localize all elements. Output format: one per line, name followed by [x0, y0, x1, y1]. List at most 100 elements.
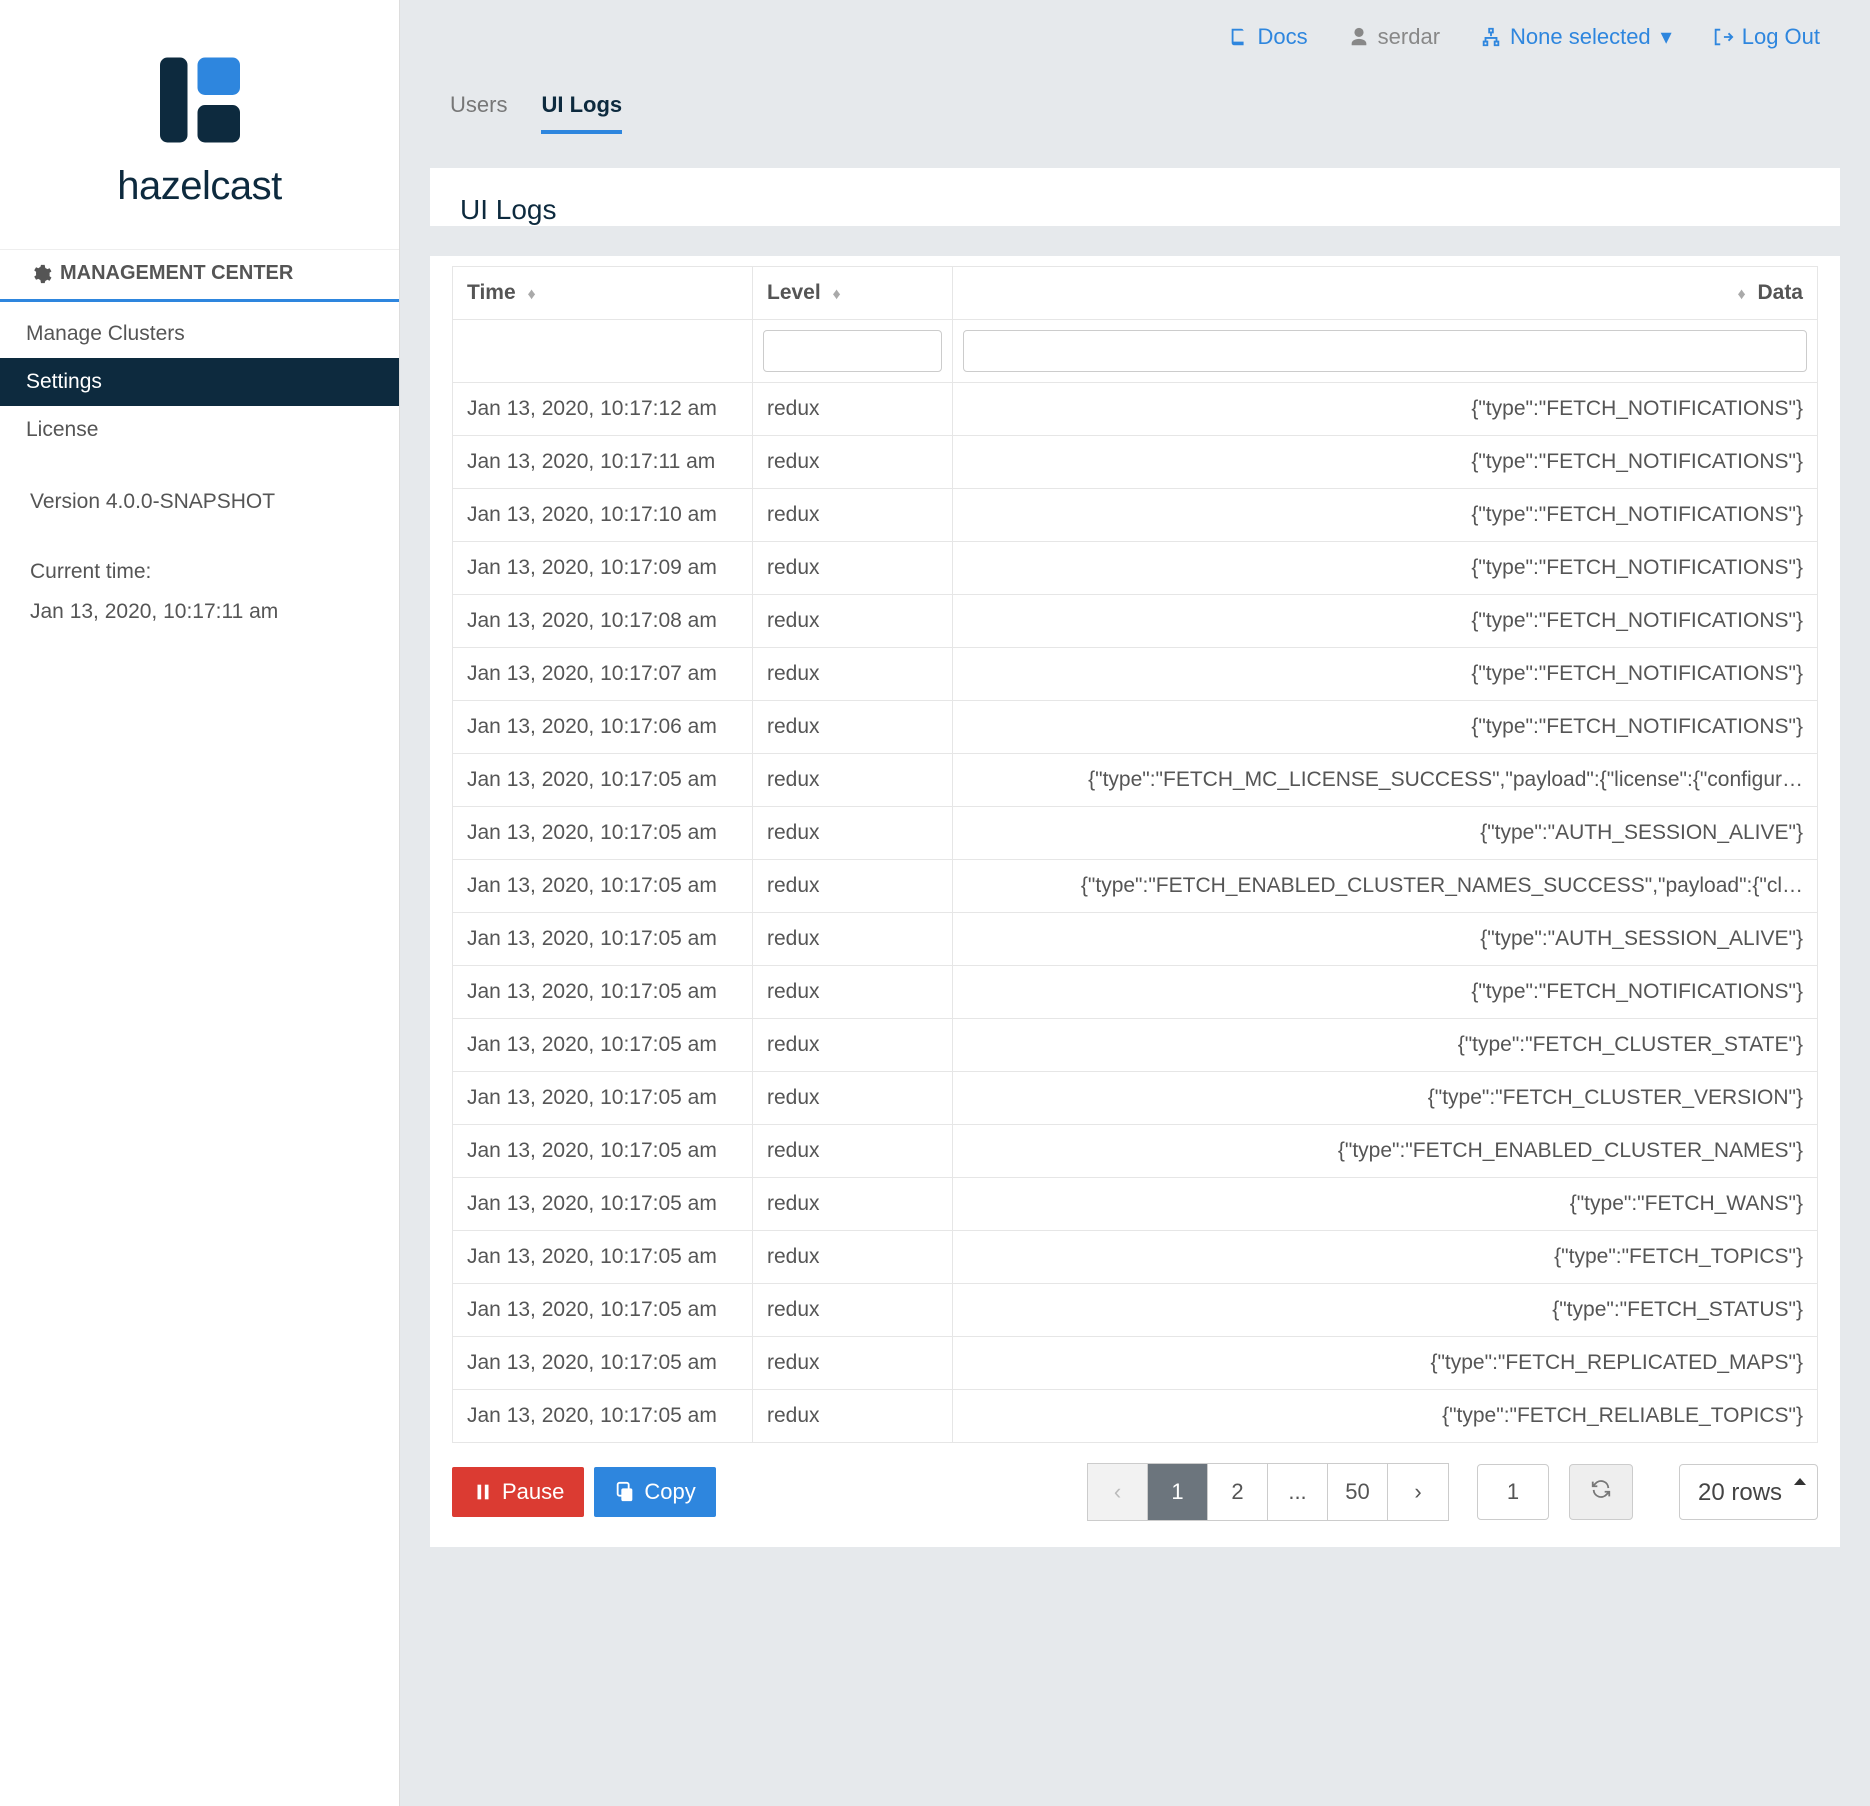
table-row: Jan 13, 2020, 10:17:10 amredux{"type":"F… — [453, 489, 1818, 542]
copy-icon — [614, 1481, 636, 1503]
cell-time: Jan 13, 2020, 10:17:05 am — [453, 807, 753, 860]
filter-level-input[interactable] — [763, 330, 942, 372]
topbar: Docs serdar None selected Log Out — [400, 0, 1870, 62]
sidebar-nav: Manage ClustersSettingsLicense — [0, 310, 399, 454]
cell-level: redux — [753, 1231, 953, 1284]
sort-icon: ♦ — [527, 286, 535, 303]
cell-data: {"type":"FETCH_NOTIFICATIONS"} — [953, 542, 1818, 595]
sitemap-icon — [1480, 26, 1502, 48]
pager-page: ... — [1268, 1464, 1328, 1520]
cell-data: {"type":"FETCH_MC_LICENSE_SUCCESS","payl… — [953, 754, 1818, 807]
table-row: Jan 13, 2020, 10:17:05 amredux{"type":"F… — [453, 1284, 1818, 1337]
current-time-value: Jan 13, 2020, 10:17:11 am — [30, 592, 369, 632]
cell-level: redux — [753, 754, 953, 807]
cluster-picker[interactable]: None selected — [1480, 24, 1672, 50]
tab-ui-logs[interactable]: UI Logs — [541, 92, 622, 134]
cell-time: Jan 13, 2020, 10:17:05 am — [453, 860, 753, 913]
book-icon — [1228, 26, 1250, 48]
col-data-header[interactable]: ♦ Data — [953, 267, 1818, 320]
hazelcast-logo-icon — [130, 50, 270, 150]
pause-button[interactable]: Pause — [452, 1467, 584, 1517]
table-row: Jan 13, 2020, 10:17:05 amredux{"type":"A… — [453, 807, 1818, 860]
cell-time: Jan 13, 2020, 10:17:05 am — [453, 754, 753, 807]
sort-icon: ♦ — [833, 286, 841, 303]
brand-name: hazelcast — [30, 164, 369, 209]
docs-link[interactable]: Docs — [1228, 24, 1308, 50]
cell-data: {"type":"FETCH_NOTIFICATIONS"} — [953, 701, 1818, 754]
table-row: Jan 13, 2020, 10:17:05 amredux{"type":"F… — [453, 1390, 1818, 1443]
table-row: Jan 13, 2020, 10:17:05 amredux{"type":"A… — [453, 913, 1818, 966]
col-level-label: Level — [767, 281, 821, 304]
table-row: Jan 13, 2020, 10:17:11 amredux{"type":"F… — [453, 436, 1818, 489]
cell-level: redux — [753, 595, 953, 648]
cell-data: {"type":"FETCH_REPLICATED_MAPS"} — [953, 1337, 1818, 1390]
rows-per-page-select[interactable]: 20 rows — [1679, 1464, 1818, 1520]
cell-data: {"type":"FETCH_CLUSTER_STATE"} — [953, 1019, 1818, 1072]
cell-level: redux — [753, 1284, 953, 1337]
refresh-button[interactable] — [1569, 1464, 1633, 1520]
sidebar-item-license[interactable]: License — [0, 406, 399, 454]
cell-time: Jan 13, 2020, 10:17:05 am — [453, 1072, 753, 1125]
tabs: Users UI Logs — [400, 62, 1870, 134]
logs-table: Time ♦ Level ♦ ♦ Data — [452, 266, 1818, 1443]
col-time-header[interactable]: Time ♦ — [453, 267, 753, 320]
cell-level: redux — [753, 860, 953, 913]
cell-data: {"type":"FETCH_NOTIFICATIONS"} — [953, 489, 1818, 542]
cell-data: {"type":"FETCH_ENABLED_CLUSTER_NAMES"} — [953, 1125, 1818, 1178]
table-row: Jan 13, 2020, 10:17:05 amredux{"type":"F… — [453, 1178, 1818, 1231]
cell-level: redux — [753, 542, 953, 595]
panel-header: UI Logs — [430, 168, 1840, 226]
table-row: Jan 13, 2020, 10:17:09 amredux{"type":"F… — [453, 542, 1818, 595]
cell-time: Jan 13, 2020, 10:17:05 am — [453, 1390, 753, 1443]
cell-data: {"type":"FETCH_NOTIFICATIONS"} — [953, 966, 1818, 1019]
pager-next[interactable]: › — [1388, 1464, 1448, 1520]
table-row: Jan 13, 2020, 10:17:05 amredux{"type":"F… — [453, 1072, 1818, 1125]
brand-logo: hazelcast — [0, 25, 399, 249]
cell-time: Jan 13, 2020, 10:17:09 am — [453, 542, 753, 595]
sidebar-section-title: MANAGEMENT CENTER — [0, 249, 399, 302]
cell-level: redux — [753, 1019, 953, 1072]
table-row: Jan 13, 2020, 10:17:05 amredux{"type":"F… — [453, 1231, 1818, 1284]
sort-icon: ♦ — [1737, 286, 1745, 303]
cell-time: Jan 13, 2020, 10:17:05 am — [453, 1178, 753, 1231]
col-data-label: Data — [1757, 281, 1803, 304]
page-number-input[interactable] — [1477, 1464, 1549, 1520]
refresh-icon — [1590, 1478, 1612, 1500]
cell-level: redux — [753, 966, 953, 1019]
logout-link[interactable]: Log Out — [1712, 24, 1820, 50]
cell-time: Jan 13, 2020, 10:17:07 am — [453, 648, 753, 701]
filter-data-input[interactable] — [963, 330, 1807, 372]
cell-data: {"type":"FETCH_NOTIFICATIONS"} — [953, 383, 1818, 436]
sidebar-footer: Version 4.0.0-SNAPSHOT Current time: Jan… — [0, 454, 399, 660]
cell-time: Jan 13, 2020, 10:17:05 am — [453, 1337, 753, 1390]
pager-page[interactable]: 2 — [1208, 1464, 1268, 1520]
table-row: Jan 13, 2020, 10:17:05 amredux{"type":"F… — [453, 1125, 1818, 1178]
cell-level: redux — [753, 701, 953, 754]
pager: ‹12...50› — [1087, 1463, 1449, 1521]
col-time-label: Time — [467, 281, 516, 304]
cell-time: Jan 13, 2020, 10:17:12 am — [453, 383, 753, 436]
version-text: Version 4.0.0-SNAPSHOT — [30, 482, 369, 522]
cell-time: Jan 13, 2020, 10:17:06 am — [453, 701, 753, 754]
sidebar-item-settings[interactable]: Settings — [0, 358, 399, 406]
copy-button[interactable]: Copy — [594, 1467, 715, 1517]
tab-users[interactable]: Users — [450, 92, 507, 134]
cell-data: {"type":"AUTH_SESSION_ALIVE"} — [953, 807, 1818, 860]
cell-time: Jan 13, 2020, 10:17:05 am — [453, 1284, 753, 1337]
cell-level: redux — [753, 489, 953, 542]
sidebar-item-manage-clusters[interactable]: Manage Clusters — [0, 310, 399, 358]
cluster-picker-label: None selected — [1510, 24, 1651, 50]
pager-page[interactable]: 50 — [1328, 1464, 1388, 1520]
cell-level: redux — [753, 1337, 953, 1390]
cell-level: redux — [753, 648, 953, 701]
user-menu[interactable]: serdar — [1348, 24, 1440, 50]
cell-time: Jan 13, 2020, 10:17:05 am — [453, 966, 753, 1019]
table-row: Jan 13, 2020, 10:17:08 amredux{"type":"F… — [453, 595, 1818, 648]
cell-data: {"type":"FETCH_RELIABLE_TOPICS"} — [953, 1390, 1818, 1443]
cell-data: {"type":"FETCH_TOPICS"} — [953, 1231, 1818, 1284]
gear-icon — [30, 263, 52, 285]
col-level-header[interactable]: Level ♦ — [753, 267, 953, 320]
pager-page[interactable]: 1 — [1148, 1464, 1208, 1520]
table-bottom-bar: Pause Copy ‹12...50› 20 rows — [452, 1443, 1818, 1521]
pager-prev: ‹ — [1088, 1464, 1148, 1520]
